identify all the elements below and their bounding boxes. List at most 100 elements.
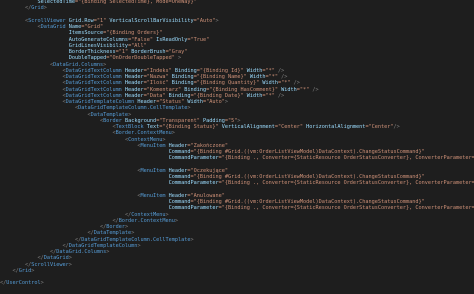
code-token: Header xyxy=(165,142,188,149)
code-token: ="Center" xyxy=(274,124,303,130)
code-token: HorizontalAlignment xyxy=(302,124,366,130)
code-token: Binding xyxy=(168,74,194,80)
code-token: DataGridTextColumn xyxy=(65,80,122,87)
code-token: ="{Binding #Grid.((vm:OrderListViewModel… xyxy=(190,149,425,155)
code-token: MenuItem xyxy=(140,192,166,199)
code-token: ="Ilość" xyxy=(143,80,169,87)
code-token: ="1" xyxy=(93,17,107,24)
code-text-area[interactable]: SelectedTime="{Binding SelectedTime}, Mo… xyxy=(0,0,474,287)
code-token: > xyxy=(43,5,47,12)
code-token: ="Komentarz" xyxy=(143,86,182,93)
code-token: ="Grid" xyxy=(81,24,104,30)
code-token: ="{Binding Status}" xyxy=(159,124,219,130)
code-token: DataGrid xyxy=(43,255,69,262)
code-token: ="{Binding Id}" xyxy=(196,67,244,74)
code-token: > xyxy=(162,136,166,143)
code-token: DataGridTemplateColumn xyxy=(65,99,135,105)
code-token: ScrollViewer xyxy=(28,17,66,24)
code-token: > xyxy=(103,61,107,68)
code-token: ="Zakończone" xyxy=(187,142,229,149)
code-token: DataGridTextColumn xyxy=(65,67,122,74)
code-token: ="{Binding Date}" xyxy=(190,92,244,99)
code-token: DataTemplate xyxy=(90,111,129,118)
code-token: > xyxy=(128,111,132,118)
code-token: BorderBrush xyxy=(128,49,166,55)
code-token: MenuItem xyxy=(140,167,166,174)
code-token: DataGridTextColumn xyxy=(65,86,122,93)
code-token: DataGrid.Columns xyxy=(53,61,104,68)
code-token: > xyxy=(106,249,110,255)
code-token: ="{Binding ., Converter={StaticResource … xyxy=(218,205,474,212)
code-token: Binding xyxy=(171,67,197,74)
code-token: ="{Binding #Grid.((vm:OrderListViewModel… xyxy=(190,174,425,180)
code-token: ="Status" xyxy=(156,99,185,105)
code-token: Header xyxy=(121,74,144,80)
code-token: > xyxy=(174,217,179,224)
code-token: Border xyxy=(103,117,122,124)
code-token: Width xyxy=(259,80,279,87)
code-token: /> xyxy=(278,74,288,80)
code-token: Grid xyxy=(31,5,44,12)
code-token: TextBlock xyxy=(115,124,144,130)
code-token: GridLinesVisibility xyxy=(68,42,129,49)
code-token: > xyxy=(174,55,182,62)
code-token: ="5" xyxy=(224,117,238,124)
code-token: ="Anulowane" xyxy=(187,192,225,199)
code-token: > xyxy=(40,280,44,287)
code-token: ="Center" xyxy=(365,124,394,130)
code-token: VerticalAlignment xyxy=(218,124,275,130)
code-token: DataGridTextColumn xyxy=(65,92,122,99)
code-token: ="Transparent" xyxy=(156,117,200,124)
code-token: ContextMenu xyxy=(131,211,166,218)
code-token: ="*" xyxy=(262,67,275,74)
code-token: ="Nazwa" xyxy=(143,74,169,80)
code-token: Width xyxy=(278,86,297,93)
code-token: IsReadOnly xyxy=(153,36,188,43)
code-token: Header xyxy=(134,99,157,105)
code-token: /> xyxy=(274,92,285,99)
code-token: ="*" xyxy=(278,80,291,87)
code-token: Command xyxy=(168,199,191,205)
code-token: ="{Binding ., Converter={StaticResource … xyxy=(218,180,474,187)
code-token: DataGridTemplateColumn xyxy=(68,242,138,249)
code-token: ="*" xyxy=(265,74,279,80)
code-token: ItemsSource xyxy=(68,30,104,37)
code-token: ="True" xyxy=(187,36,210,43)
code-token: ="Data" xyxy=(143,92,166,99)
code-token: Header xyxy=(121,92,144,99)
code-token: DataTemplate xyxy=(93,230,132,237)
code-token: MenuItem xyxy=(140,142,166,149)
code-token: Width xyxy=(246,74,266,80)
code-token: DataGrid.Columns xyxy=(56,249,107,255)
code-token: > xyxy=(68,255,72,262)
code-token: ="*" xyxy=(262,92,275,99)
code-token: /> xyxy=(290,80,300,87)
code-line: CommandParameter="{Binding ., Converter=… xyxy=(0,180,474,186)
code-token: Border xyxy=(106,224,125,230)
code-editor[interactable]: SelectedTime="{Binding SelectedTime}, Mo… xyxy=(0,0,474,294)
code-token: > xyxy=(224,99,229,105)
